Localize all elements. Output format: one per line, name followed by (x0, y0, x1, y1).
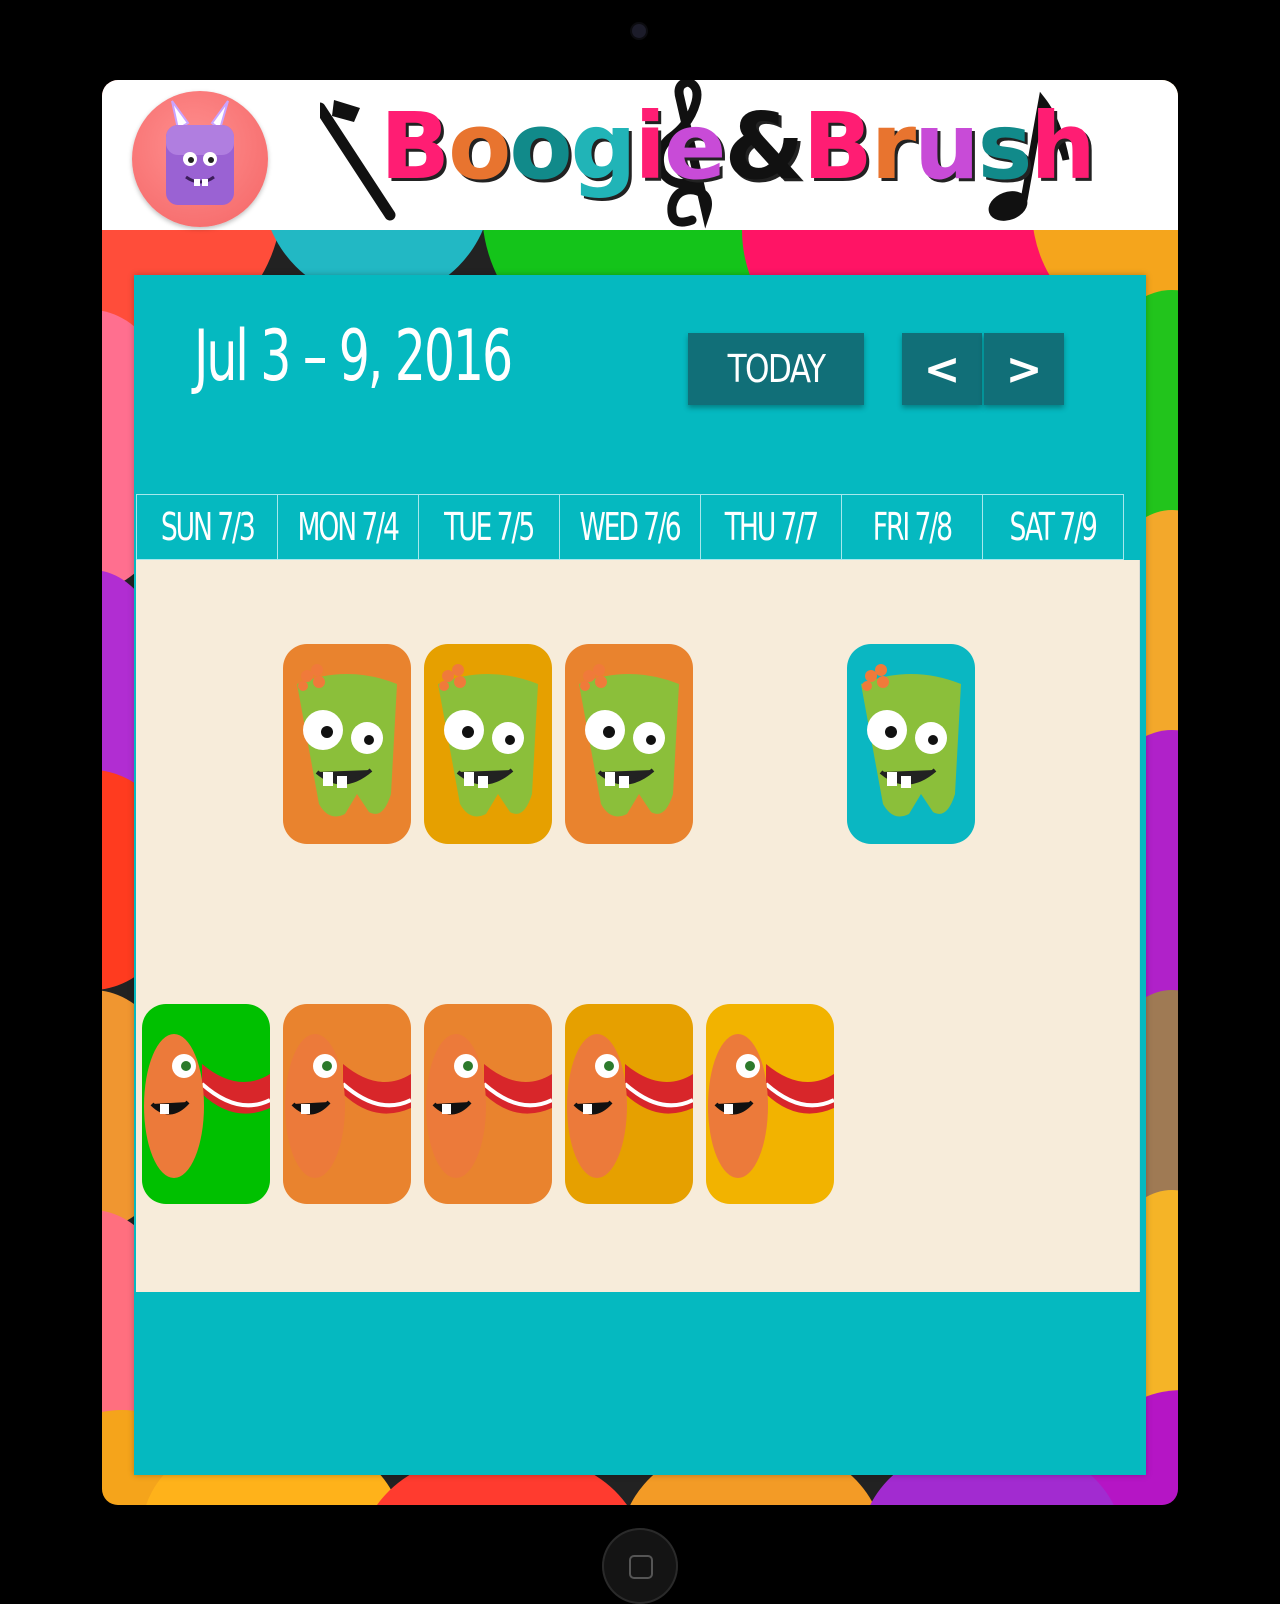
calendar-footer (134, 1294, 1146, 1475)
tooth-monster-tile[interactable] (283, 644, 411, 844)
week-grid: SUN 7/3 MON 7/4 TUE 7/5 WED 7/6 THU 7/7 … (136, 494, 1142, 1294)
carrot-monster-tile[interactable] (283, 1004, 411, 1204)
title-letter: s (977, 93, 1033, 200)
chevron-right-icon: > (1005, 343, 1043, 395)
carrot-monster-tile[interactable] (424, 1004, 552, 1204)
front-camera (632, 24, 646, 38)
chevron-left-icon: < (923, 343, 961, 395)
title-letter: r (870, 93, 916, 200)
title-letter: & (724, 93, 804, 200)
day-header: FRI 7/8 (841, 494, 983, 560)
app-screen: Boogie&Brush Jul 3 – 9, 2016 TODAY < > S… (102, 80, 1178, 1505)
title-letter: h (1030, 93, 1095, 200)
home-button[interactable] (602, 1528, 678, 1604)
previous-week-button[interactable]: < (902, 333, 982, 405)
date-range-title: Jul 3 – 9, 2016 (194, 315, 513, 397)
app-title: Boogie&Brush (380, 92, 1096, 202)
app-logo: Boogie&Brush (320, 80, 1160, 230)
today-button[interactable]: TODAY (688, 333, 864, 405)
purple-monster-avatar-icon[interactable] (132, 91, 268, 227)
title-letter: o (509, 93, 572, 200)
carrot-monster-tile[interactable] (565, 1004, 693, 1204)
calendar-panel: Jul 3 – 9, 2016 TODAY < > SUN 7/3 MON 7/… (134, 275, 1146, 1475)
day-header: SUN 7/3 (136, 494, 278, 560)
carrot-monster-tile[interactable] (142, 1004, 270, 1204)
tooth-monster-tile[interactable] (424, 644, 552, 844)
day-header: TUE 7/5 (418, 494, 560, 560)
title-letter: g (570, 93, 637, 200)
title-letter: i (634, 93, 666, 200)
day-header: SAT 7/9 (982, 494, 1124, 560)
title-letter: o (448, 93, 511, 200)
day-header: THU 7/7 (700, 494, 842, 560)
day-header: MON 7/4 (277, 494, 419, 560)
title-letter: B (802, 93, 873, 200)
title-letter: B (380, 93, 450, 200)
next-week-button[interactable]: > (984, 333, 1064, 405)
carrot-monster-tile[interactable] (706, 1004, 834, 1204)
title-letter: e (663, 93, 726, 200)
day-header: WED 7/6 (559, 494, 701, 560)
app-header: Boogie&Brush (102, 80, 1178, 230)
home-square-icon (629, 1555, 653, 1579)
day-column[interactable] (982, 560, 1140, 1292)
title-letter: u (914, 93, 979, 200)
tooth-monster-tile[interactable] (565, 644, 693, 844)
tooth-monster-tile[interactable] (847, 644, 975, 844)
